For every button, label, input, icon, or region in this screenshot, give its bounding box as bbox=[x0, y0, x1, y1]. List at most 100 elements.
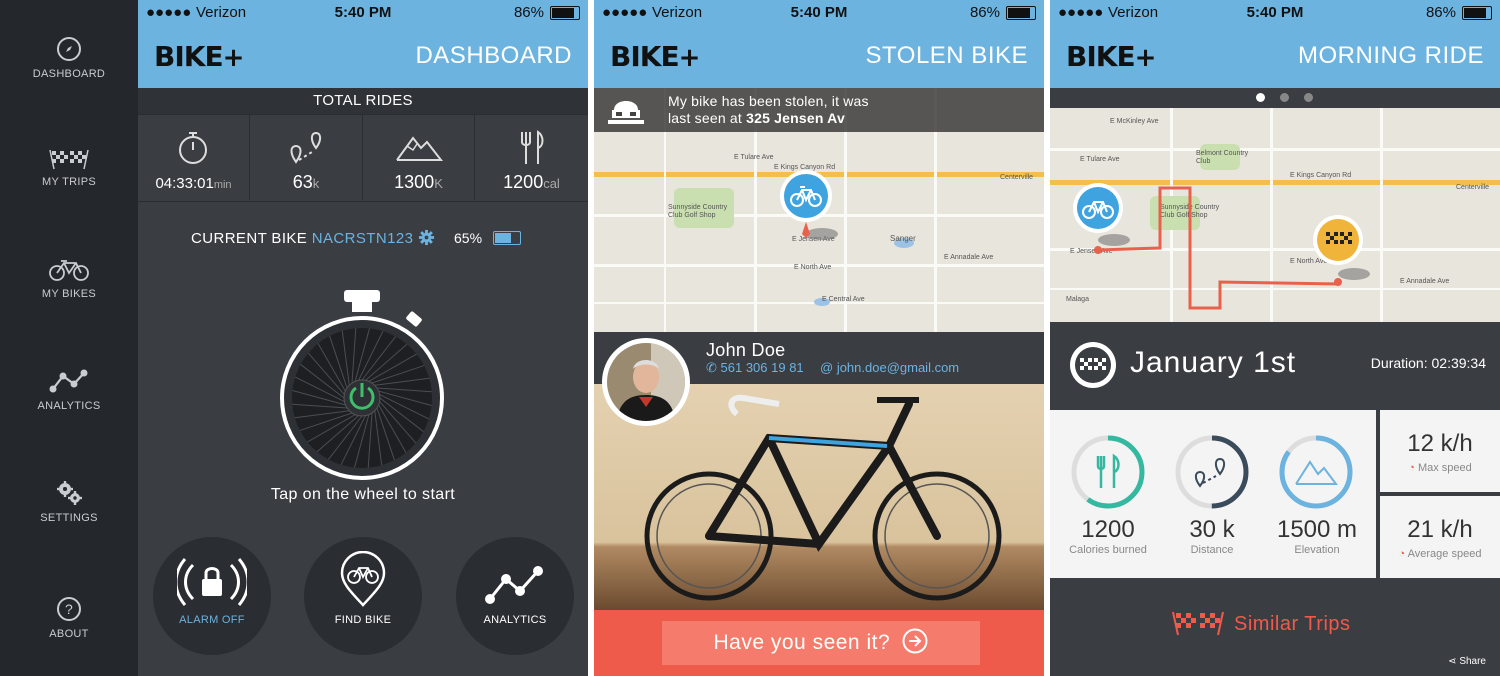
sidebar-item-analytics[interactable]: ANALYTICS bbox=[0, 368, 138, 412]
analytics-button[interactable]: ANALYTICS bbox=[456, 537, 574, 655]
start-pin[interactable] bbox=[1070, 182, 1134, 258]
sidebar-item-my-bikes[interactable]: MY BIKES bbox=[0, 258, 138, 300]
compass-icon bbox=[57, 37, 81, 61]
average-speed-label: ◔ Average speed bbox=[1398, 548, 1482, 560]
bike-icon bbox=[49, 260, 89, 281]
wheel-start-button[interactable] bbox=[280, 284, 446, 484]
find-bike-icon bbox=[340, 551, 386, 607]
owner-email[interactable]: @ john.doe@gmail.com bbox=[820, 360, 959, 375]
cta-label: Have you seen it? bbox=[713, 631, 891, 654]
map-label: Sunnyside Country Club Golf Shop bbox=[668, 204, 728, 219]
pager-dot[interactable] bbox=[1280, 93, 1289, 102]
sidebar-item-label: DASHBOARD bbox=[32, 68, 106, 80]
share-button[interactable]: ⋖ Share bbox=[1448, 656, 1486, 667]
owner-name: John Doe bbox=[706, 340, 786, 360]
stat-unit: cal bbox=[543, 176, 560, 191]
stat-unit: k bbox=[312, 176, 320, 191]
gears-icon bbox=[57, 481, 82, 505]
stat-unit: min bbox=[213, 179, 232, 191]
alarm-button-label: ALARM OFF bbox=[179, 614, 245, 626]
fork-knife-icon bbox=[521, 130, 544, 164]
stat-elevation: 1300K bbox=[363, 114, 475, 200]
average-speed-card: 21 k/h ◔ Average speed bbox=[1380, 496, 1500, 578]
route-map[interactable]: E McKinley Ave E Tulare Ave Belmont Coun… bbox=[1050, 108, 1500, 322]
app-header: BIKE+ STOLEN BIKE bbox=[594, 26, 1044, 88]
metrics-card: 1200 Calories burned 30 k Distance 1500 … bbox=[1050, 410, 1376, 578]
app-logo[interactable]: BIKE+ bbox=[610, 40, 700, 73]
elevation-value: 1500 m bbox=[1276, 516, 1358, 543]
analytics-icon bbox=[485, 566, 543, 604]
bike-battery-percent: 65% bbox=[454, 230, 483, 246]
map-label: E North Ave bbox=[794, 264, 832, 271]
have-you-seen-it-button[interactable]: Have you seen it? bbox=[662, 621, 980, 665]
app-logo[interactable]: BIKE+ bbox=[1066, 40, 1156, 73]
stat-value: 63 bbox=[292, 172, 313, 192]
calories-label: Calories burned bbox=[1069, 544, 1147, 556]
pager-dot[interactable] bbox=[1256, 93, 1265, 102]
distance-gauge bbox=[1175, 435, 1249, 509]
sidebar-item-my-trips[interactable]: MY TRIPS bbox=[0, 148, 138, 188]
average-speed-value: 21 k/h bbox=[1407, 516, 1473, 543]
morning-ride-screen: ●●●●● Verizon 5:40 PM 86% BIKE+ MORNING … bbox=[1050, 0, 1500, 676]
page-title: MORNING RIDE bbox=[1298, 42, 1484, 69]
finish-pin[interactable] bbox=[1308, 214, 1372, 290]
app-logo[interactable]: BIKE+ bbox=[154, 40, 244, 73]
alarm-lock-icon bbox=[177, 558, 247, 606]
battery-percent: 86% bbox=[513, 4, 544, 21]
distance-label: Distance bbox=[1190, 544, 1234, 556]
analytics-button-label: ANALYTICS bbox=[483, 614, 547, 626]
max-speed-value: 12 k/h bbox=[1407, 430, 1473, 457]
stolen-message: My bike has been stolen, it was last see… bbox=[668, 93, 869, 127]
stat-time: 04:33:01min bbox=[138, 114, 250, 200]
bike-location-pin[interactable] bbox=[778, 168, 838, 246]
pager-dot[interactable] bbox=[1304, 93, 1313, 102]
distance-icon bbox=[290, 131, 322, 164]
stolen-location: 325 Jensen Av bbox=[746, 110, 845, 126]
stolen-bike-screen: ●●●●● Verizon 5:40 PM 86% BIKE+ STOLEN B… bbox=[594, 0, 1044, 676]
stat-value: 1200 bbox=[503, 172, 544, 192]
page-title: STOLEN BIKE bbox=[865, 42, 1028, 69]
sidebar-item-dashboard[interactable]: DASHBOARD bbox=[0, 36, 138, 80]
tap-hint: Tap on the wheel to start bbox=[270, 486, 456, 503]
alarm-button[interactable]: ALARM OFF bbox=[153, 537, 271, 655]
find-bike-button[interactable]: FIND BIKE bbox=[304, 537, 422, 655]
status-bar: ●●●●● Verizon 5:40 PM 86% bbox=[1050, 0, 1500, 26]
ride-duration: Duration: 02:39:34 bbox=[1370, 355, 1486, 371]
stat-unit: K bbox=[434, 176, 443, 191]
analytics-icon bbox=[49, 369, 88, 393]
sidebar-item-label: MY TRIPS bbox=[42, 176, 96, 188]
stolen-message-line1: My bike has been stolen, it was bbox=[668, 93, 869, 109]
current-bike-name[interactable]: NACRSTN123 bbox=[312, 230, 414, 247]
stolen-message-prefix: last seen at bbox=[668, 110, 742, 126]
stat-value: 1300 bbox=[394, 172, 435, 192]
speedometer-icon: ◔ bbox=[1398, 548, 1408, 560]
similar-trips-button[interactable]: Similar Trips bbox=[1170, 610, 1351, 636]
map-label: Sanger bbox=[890, 234, 916, 243]
gear-icon[interactable] bbox=[418, 229, 435, 246]
battery-icon bbox=[1006, 6, 1036, 20]
map[interactable]: Sunnyside Country Club Golf Shop E Kings… bbox=[594, 88, 1044, 332]
sidebar-item-about[interactable]: ? ABOUT bbox=[0, 596, 138, 640]
sidebar-item-label: MY BIKES bbox=[41, 288, 97, 300]
sidebar-item-settings[interactable]: SETTINGS bbox=[0, 480, 138, 524]
current-bike-label: CURRENT BIKE bbox=[191, 230, 308, 247]
svg-text:?: ? bbox=[65, 601, 73, 617]
checkered-flags-icon bbox=[1172, 611, 1224, 636]
sidebar: DASHBOARD MY TRIPS MY BIKES ANALYTICS SE… bbox=[0, 0, 138, 676]
stat-distance: 63k bbox=[250, 114, 363, 200]
status-bar: ●●●●● Verizon 5:40 PM 86% bbox=[594, 0, 1044, 26]
find-bike-button-label: FIND BIKE bbox=[334, 614, 392, 626]
distance-value: 30 k bbox=[1189, 516, 1235, 543]
ride-date-row: January 1st Duration: 02:39:34 bbox=[1050, 322, 1500, 410]
battery-percent: 86% bbox=[969, 4, 1000, 21]
question-icon: ? bbox=[57, 597, 81, 621]
status-bar: ●●●●● Verizon 5:40 PM 86% bbox=[138, 0, 588, 26]
app-header: BIKE+ DASHBOARD bbox=[138, 26, 588, 88]
checkered-flags-icon bbox=[49, 149, 89, 170]
elevation-label: Elevation bbox=[1294, 544, 1340, 556]
calories-value: 1200 bbox=[1081, 516, 1135, 543]
max-speed-card: 12 k/h ◔ Max speed bbox=[1380, 410, 1500, 492]
phone-icon: ✆ bbox=[706, 360, 721, 375]
share-label: Share bbox=[1459, 656, 1486, 667]
owner-phone[interactable]: ✆ 561 306 19 81 bbox=[706, 360, 804, 376]
